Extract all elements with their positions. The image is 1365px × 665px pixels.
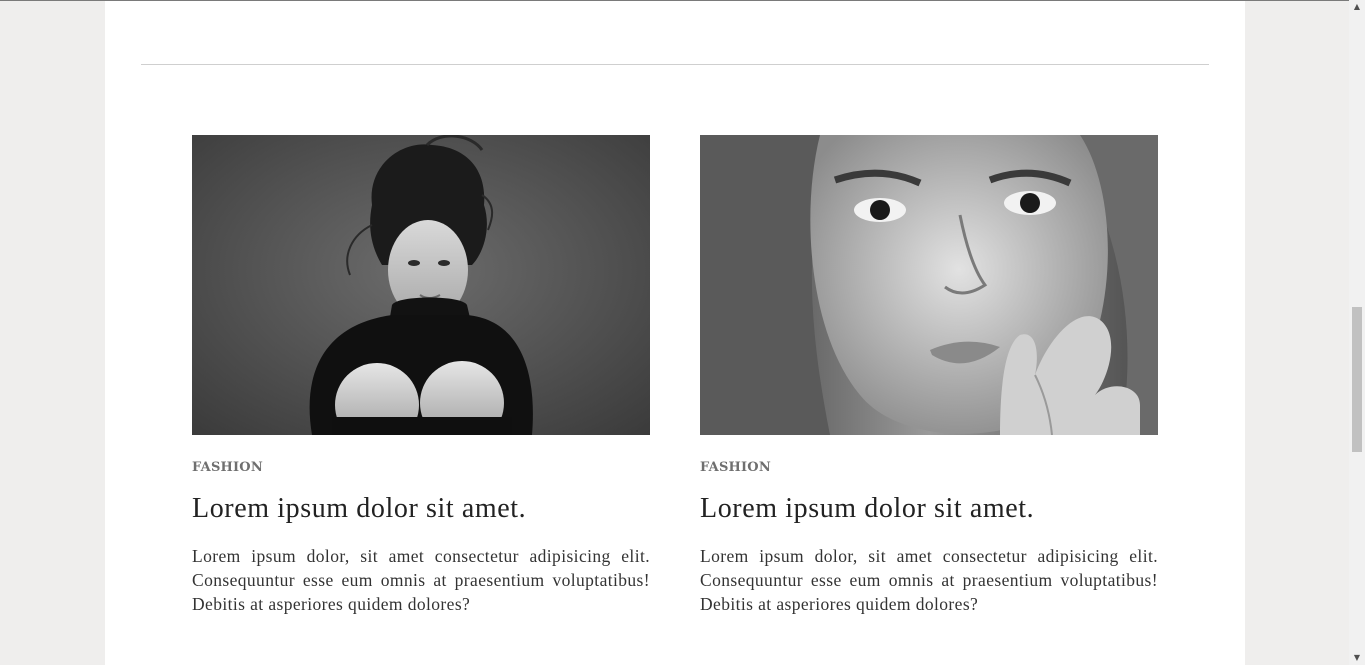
article-excerpt: Lorem ipsum dolor, sit amet consectetur … xyxy=(192,546,650,614)
scrollbar-thumb[interactable] xyxy=(1352,307,1362,452)
article-card[interactable]: FASHION Lorem ipsum dolor sit amet. Lore… xyxy=(700,135,1158,616)
article-card[interactable]: FASHION Lorem ipsum dolor sit amet. Lore… xyxy=(192,135,650,616)
content-area: FASHION Lorem ipsum dolor sit amet. Lore… xyxy=(105,1,1245,665)
vertical-scrollbar[interactable]: ▲ ▼ xyxy=(1349,0,1365,665)
article-category[interactable]: FASHION xyxy=(192,460,650,476)
article-title[interactable]: Lorem ipsum dolor sit amet. xyxy=(192,492,650,526)
scroll-down-arrow-icon[interactable]: ▼ xyxy=(1349,651,1365,665)
article-excerpt: Lorem ipsum dolor, sit amet consectetur … xyxy=(700,546,1158,614)
article-category[interactable]: FASHION xyxy=(700,460,1158,476)
portrait-photo-1 xyxy=(192,135,650,435)
portrait-photo-2 xyxy=(700,135,1158,435)
scroll-up-arrow-icon[interactable]: ▲ xyxy=(1349,0,1365,14)
article-image-link[interactable] xyxy=(192,135,650,435)
article-image-link[interactable] xyxy=(700,135,1158,435)
section-divider xyxy=(141,64,1209,65)
article-title[interactable]: Lorem ipsum dolor sit amet. xyxy=(700,492,1158,526)
